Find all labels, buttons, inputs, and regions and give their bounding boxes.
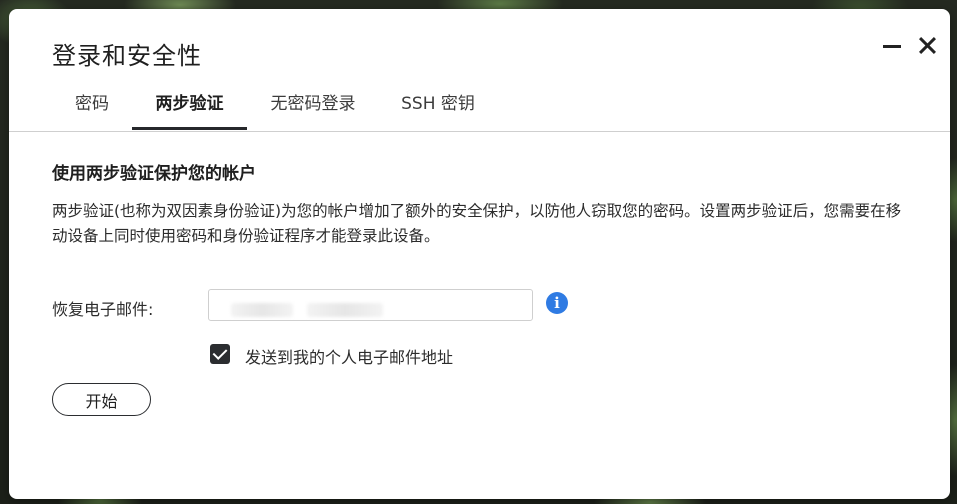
send-to-personal-email-checkbox[interactable] [210,344,230,364]
start-button[interactable]: 开始 [52,383,151,416]
checkbox-label[interactable]: 发送到我的个人电子邮件地址 [245,344,453,368]
minimize-icon[interactable] [881,35,903,57]
tab-passwordless-login[interactable]: 无密码登录 [263,89,363,129]
info-icon[interactable]: i [546,292,568,314]
login-security-dialog: 登录和安全性 密码 两步验证 无密码登录 SSH 密钥 使用两步验证保护您的帐户… [9,9,950,499]
tab-ssh-keys[interactable]: SSH 密钥 [397,89,479,129]
close-icon[interactable] [917,35,939,57]
tab-two-step-verification[interactable]: 两步验证 [132,89,247,130]
section-heading: 使用两步验证保护您的帐户 [52,164,256,184]
dialog-title: 登录和安全性 [52,42,202,70]
section-description: 两步验证(也称为双因素身份验证)为您的帐户增加了额外的安全保护，以防他人窃取您的… [52,202,902,245]
recovery-email-label: 恢复电子邮件: [52,300,154,319]
tab-bar: 密码 两步验证 无密码登录 SSH 密钥 [9,89,950,132]
tab-password[interactable]: 密码 [65,89,119,129]
recovery-email-input[interactable] [208,289,533,321]
